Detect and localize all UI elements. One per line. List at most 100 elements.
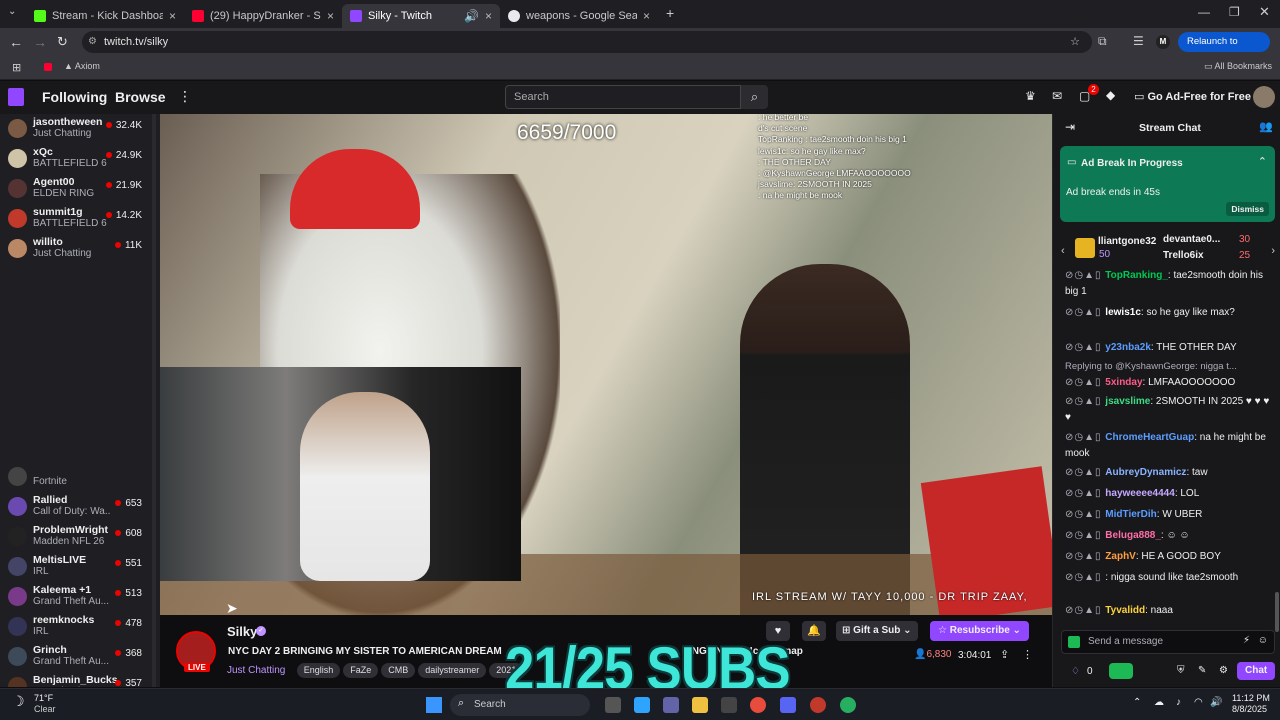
clock-date[interactable]: 8/8/2025 xyxy=(1232,704,1267,714)
mod-action-icons[interactable]: ⊘◷▲▯ xyxy=(1065,342,1105,353)
chat-message[interactable]: ⊘◷▲▯ y23nba2k: THE OTHER DAY xyxy=(1065,340,1271,356)
tag[interactable]: English xyxy=(296,663,341,678)
chat-scrollbar[interactable] xyxy=(1275,592,1279,632)
chat-send-button[interactable]: Chat xyxy=(1237,662,1276,680)
tab-kick-dashboard[interactable]: Stream - Kick Dashboard × xyxy=(26,4,184,28)
youtube-bookmark-icon[interactable] xyxy=(44,63,52,71)
edge-icon[interactable] xyxy=(634,697,650,713)
pen-icon[interactable]: ✎ xyxy=(1198,665,1206,676)
tag[interactable]: CMB xyxy=(381,663,416,678)
teams-icon[interactable] xyxy=(663,697,679,713)
chat-message[interactable]: ⊘◷▲▯ TopRanking_: tae2smooth doin his bi… xyxy=(1065,268,1271,299)
mod-action-icons[interactable]: ⊘◷▲▯ xyxy=(1065,509,1105,520)
mod-action-icons[interactable]: ⊘◷▲▯ xyxy=(1065,307,1105,318)
tag[interactable]: FaZe xyxy=(343,663,379,678)
all-bookmarks[interactable]: ▭ All Bookmarks xyxy=(1204,61,1272,72)
chat-username[interactable]: Beluga888_ xyxy=(1105,530,1161,541)
video-player[interactable]: 6659/7000 : he better be d's cut scene T… xyxy=(160,114,1052,615)
chat-username[interactable]: 5xinday xyxy=(1105,377,1142,388)
chat-username[interactable]: ZaphV xyxy=(1105,551,1136,562)
collapse-chat-icon[interactable]: ⇥ xyxy=(1065,120,1075,134)
tab-youtube[interactable]: (29) HappyDranker - Saint Yves× xyxy=(184,4,342,28)
apps-grid-icon[interactable]: ⊞ xyxy=(12,61,21,74)
chat-username[interactable]: MidTierDih xyxy=(1105,509,1156,520)
mod-action-icons[interactable]: ⊘◷▲▯ xyxy=(1065,467,1105,478)
more-options-icon[interactable]: ⋮ xyxy=(1022,648,1033,661)
sidebar-channel[interactable]: Grinch Grand Theft Au... 368 xyxy=(0,642,155,672)
chat-username[interactable]: TopRanking_ xyxy=(1105,270,1168,281)
nav-browse[interactable]: Browse xyxy=(115,89,166,105)
forward-icon[interactable]: → xyxy=(33,34,47,50)
url-bar[interactable]: ⚙ twitch.tv/silky ☆ xyxy=(82,31,1092,53)
clock-time[interactable]: 11:12 PM xyxy=(1232,693,1270,703)
chat-message[interactable]: ⊘◷▲▯ ChromeHeartGuap: na he might be moo… xyxy=(1065,430,1271,461)
twitch-logo-icon[interactable] xyxy=(8,88,24,106)
nav-following[interactable]: Following xyxy=(42,89,107,105)
emote-icon[interactable]: ☺ xyxy=(1258,635,1268,646)
chat-badge-icon[interactable] xyxy=(1068,636,1080,648)
chat-username[interactable]: hayweeee4444 xyxy=(1105,488,1175,499)
chat-username[interactable]: ChromeHeartGuap xyxy=(1105,432,1194,443)
sidebar-scrollbar[interactable] xyxy=(152,114,156,687)
chat-message[interactable]: ⊘◷▲▯ MidTierDih: W UBER xyxy=(1065,507,1271,523)
bits-cheer-icon[interactable]: ⚡ xyxy=(1243,635,1250,646)
resubscribe-button[interactable]: ☆ Resubscribe ⌄ xyxy=(930,621,1029,641)
mod-action-icons[interactable]: ⊘◷▲▯ xyxy=(1065,572,1105,583)
taskbar-search[interactable]: ⌕ Search xyxy=(450,694,590,716)
obs-icon[interactable] xyxy=(810,697,826,713)
extensions-icon[interactable]: ⧉ xyxy=(1098,34,1107,49)
chat-username[interactable]: jsavslime xyxy=(1105,396,1150,407)
close-window-icon[interactable]: ✕ xyxy=(1259,4,1270,20)
mod-action-icons[interactable]: ⊘◷▲▯ xyxy=(1065,551,1105,562)
chevron-left-icon[interactable]: ‹ xyxy=(1061,245,1065,257)
mod-action-icons[interactable]: ⊘◷▲▯ xyxy=(1065,377,1105,388)
relaunch-button[interactable]: Relaunch to update⋮ xyxy=(1178,32,1270,67)
sidebar-channel[interactable]: xQc BATTLEFIELD 6 24.9K xyxy=(0,144,155,174)
close-icon[interactable]: × xyxy=(485,9,492,23)
chat-input[interactable]: Send a message ⚡ ☺ xyxy=(1061,630,1275,654)
network-icon[interactable]: ☁ xyxy=(1154,697,1164,708)
mod-action-icons[interactable]: ⊘◷▲▯ xyxy=(1065,530,1105,541)
tab-search-icon[interactable]: ⌄ xyxy=(8,6,16,17)
chat-username[interactable]: Tyvalidd xyxy=(1105,605,1145,616)
chrome-profile-icon[interactable] xyxy=(840,697,856,713)
tray-chevron-icon[interactable]: ⌃ xyxy=(1133,697,1141,708)
mod-action-icons[interactable]: ⊘◷▲▯ xyxy=(1065,432,1105,443)
community-icon[interactable]: 👥 xyxy=(1259,120,1273,133)
reload-icon[interactable]: ↻ xyxy=(57,34,68,50)
gift-sub-button[interactable]: ⊞ Gift a Sub ⌄ xyxy=(836,621,918,641)
tab-google-search[interactable]: weapons - Google Search× xyxy=(500,4,658,28)
bookmark-axiom[interactable]: ▲ Axiom xyxy=(64,61,100,71)
site-info-icon[interactable]: ⚙ xyxy=(88,31,97,53)
wifi-icon[interactable]: ◠ xyxy=(1194,697,1203,708)
chevron-up-icon[interactable]: ⌃ xyxy=(1258,155,1267,168)
chrome-icon[interactable] xyxy=(750,697,766,713)
crown-icon[interactable]: ♛ xyxy=(1025,89,1036,103)
speaker-icon[interactable]: 🔊 xyxy=(464,9,479,23)
sidebar-channel[interactable]: willito Just Chatting 11K xyxy=(0,234,155,264)
settings-gear-icon[interactable]: ⚙ xyxy=(1219,665,1228,676)
dismiss-button[interactable]: Dismiss xyxy=(1226,202,1269,216)
search-icon[interactable]: ⌕ xyxy=(741,85,768,109)
sidebar-channel[interactable]: Benjamin_BucksJust Chatting 357 xyxy=(0,672,155,687)
chat-username[interactable]: AubreyDynamicz xyxy=(1105,467,1186,478)
mod-action-icons[interactable]: ⊘◷▲▯ xyxy=(1065,270,1105,281)
claim-bonus-icon[interactable] xyxy=(1109,663,1133,679)
maximize-icon[interactable]: ❐ xyxy=(1229,5,1240,19)
chat-username[interactable]: y23nba2k xyxy=(1105,342,1151,353)
volume-icon[interactable]: 🔊 xyxy=(1210,697,1222,708)
new-tab-icon[interactable]: + xyxy=(666,5,674,21)
sidebar-channel[interactable]: reemknocks IRL 478 xyxy=(0,612,155,642)
chat-message[interactable]: ⊘◷▲▯ lewis1c: so he gay like max? xyxy=(1065,305,1271,321)
channel-points-icon[interactable]: ♢ xyxy=(1071,666,1080,677)
mod-action-icons[interactable]: ⊘◷▲▯ xyxy=(1065,488,1105,499)
channel-name[interactable]: Silky xyxy=(227,624,257,639)
chat-message[interactable]: ⊘◷▲▯ Beluga888_: ☺ ☺ xyxy=(1065,528,1271,544)
close-icon[interactable]: × xyxy=(327,9,334,23)
chat-username[interactable]: lewis1c xyxy=(1105,307,1141,318)
more-menu-icon[interactable]: ⋮ xyxy=(178,88,192,105)
task-view-icon[interactable] xyxy=(605,697,621,713)
windows-start-icon[interactable] xyxy=(426,697,442,713)
chat-message[interactable]: ⊘◷▲▯ ZaphV: HE A GOOD BOY xyxy=(1065,549,1271,565)
bits-icon[interactable]: ◆ xyxy=(1106,88,1115,102)
